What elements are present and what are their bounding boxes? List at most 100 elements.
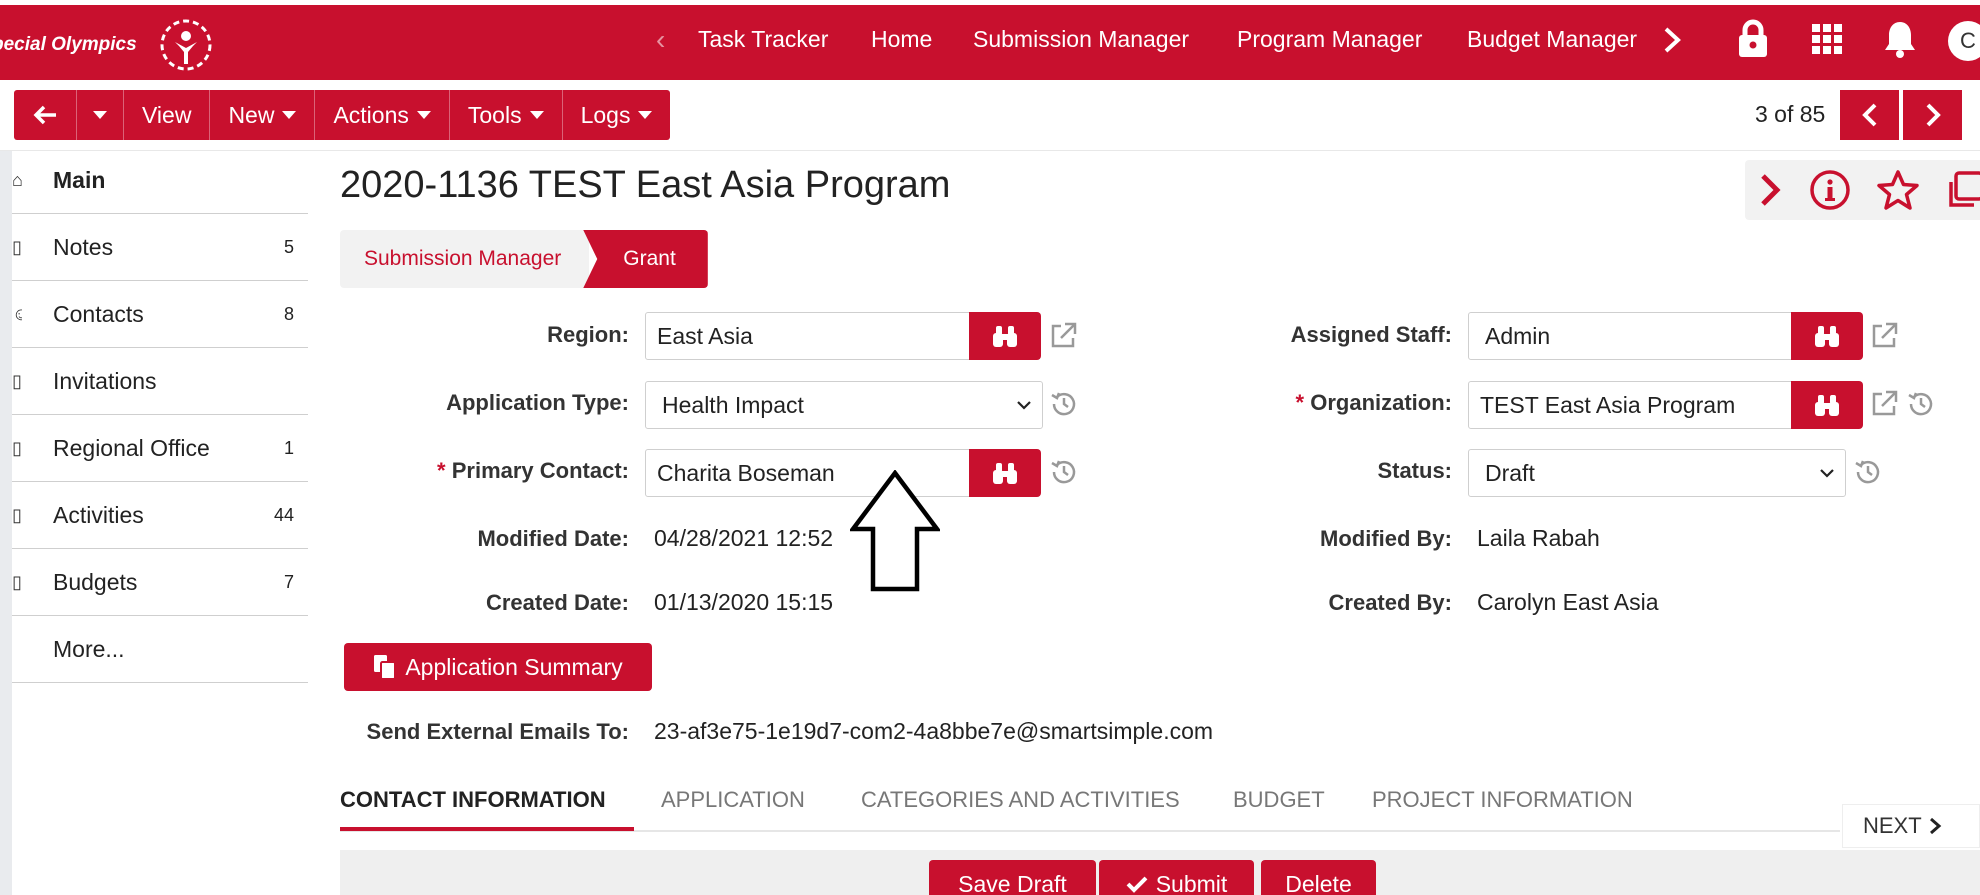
- sidebar-item-label: More...: [53, 636, 125, 662]
- delete-button[interactable]: Delete: [1261, 860, 1376, 895]
- info-icon[interactable]: [1808, 168, 1852, 212]
- application-summary-button[interactable]: Application Summary: [344, 643, 652, 691]
- left-edge-strip: [0, 151, 12, 895]
- region-field[interactable]: East Asia: [645, 312, 971, 360]
- star-favorite-icon[interactable]: [1876, 168, 1920, 212]
- required-marker: *: [1295, 390, 1305, 415]
- organization-field[interactable]: TEST East Asia Program: [1468, 381, 1793, 429]
- notes-icon: ▯: [12, 237, 22, 257]
- history-icon[interactable]: [1048, 388, 1080, 420]
- binoculars-icon: [1815, 395, 1839, 416]
- application-summary-label: Application Summary: [405, 653, 623, 680]
- save-draft-button[interactable]: Save Draft: [929, 860, 1096, 895]
- sidebar-item-activities[interactable]: ▯ Activities 44: [12, 483, 308, 549]
- region-label: Region:: [547, 322, 629, 347]
- logs-label: Logs: [580, 101, 631, 128]
- previous-record-button[interactable]: [1840, 90, 1899, 140]
- breadcrumb-grant[interactable]: Grant: [583, 230, 708, 288]
- tab-application[interactable]: APPLICATION: [661, 787, 805, 813]
- open-external-icon[interactable]: [1868, 320, 1900, 352]
- bell-icon[interactable]: [1878, 17, 1922, 61]
- active-tab-indicator: [340, 827, 634, 831]
- nav-program-manager[interactable]: Program Manager: [1237, 26, 1422, 53]
- chevron-right-icon: [1926, 103, 1941, 127]
- sidebar-item-more[interactable]: More...: [12, 617, 308, 683]
- nav-task-tracker[interactable]: Task Tracker: [698, 26, 828, 53]
- assigned-staff-lookup-button[interactable]: [1791, 312, 1863, 360]
- submit-label: Submit: [1155, 870, 1228, 895]
- required-marker: *: [437, 458, 446, 483]
- copy-icon[interactable]: [1942, 168, 1980, 212]
- application-type-value: Health Impact: [662, 391, 804, 418]
- sidebar-item-count: 8: [283, 304, 294, 324]
- back-button[interactable]: [14, 90, 77, 140]
- next-record-button[interactable]: [1903, 90, 1962, 140]
- sidebar-item-notes[interactable]: ▯ Notes 5: [12, 215, 308, 281]
- tab-categories-and-activities[interactable]: CATEGORIES AND ACTIVITIES: [861, 787, 1180, 813]
- nav-budget-manager[interactable]: Budget Manager: [1467, 26, 1637, 53]
- caret-down-icon: [416, 111, 431, 119]
- expand-panel-chevron-icon[interactable]: [1748, 168, 1792, 212]
- view-button[interactable]: View: [124, 90, 211, 140]
- history-icon[interactable]: [1048, 456, 1080, 488]
- status-label: Status:: [1377, 458, 1452, 483]
- top-navigation-bar: pecial Olympics ‹ Task Tracker Home Subm…: [0, 0, 1980, 80]
- nav-submission-manager[interactable]: Submission Manager: [973, 26, 1189, 53]
- modified-date-value: 04/28/2021 12:52: [654, 525, 834, 551]
- back-history-dropdown[interactable]: [77, 90, 124, 140]
- tab-budget[interactable]: BUDGET: [1233, 787, 1325, 813]
- status-select[interactable]: Draft: [1468, 449, 1846, 497]
- document-icon: ▯: [12, 438, 22, 458]
- caret-down-icon: [638, 111, 653, 119]
- arrow-left-icon: [33, 105, 56, 125]
- home-icon: ⌂: [12, 170, 22, 190]
- sidebar-item-count: 1: [283, 438, 294, 458]
- logo-text: pecial Olympics: [0, 34, 137, 55]
- nav-home[interactable]: Home: [871, 26, 932, 53]
- region-lookup-button[interactable]: [969, 312, 1041, 360]
- new-menu-button[interactable]: New: [210, 90, 316, 140]
- assigned-staff-field[interactable]: Admin: [1468, 312, 1793, 360]
- modified-date-label: Modified Date:: [477, 526, 629, 551]
- record-pager-count: 3 of 85: [1755, 101, 1826, 127]
- contacts-icon: ☺: [12, 304, 22, 324]
- history-icon[interactable]: [1905, 388, 1937, 420]
- open-external-icon[interactable]: [1868, 388, 1900, 420]
- next-tab-button[interactable]: NEXT: [1842, 804, 1980, 848]
- record-toolbar: View New Actions Tools Logs: [14, 90, 671, 140]
- apps-grid-icon[interactable]: [1805, 17, 1849, 61]
- created-by-value: Carolyn East Asia: [1477, 589, 1659, 615]
- binoculars-icon: [993, 463, 1017, 484]
- tab-contact-information[interactable]: CONTACT INFORMATION: [340, 787, 606, 813]
- nav-scroll-left-icon[interactable]: ‹: [656, 26, 665, 54]
- created-date-value: 01/13/2020 15:15: [654, 589, 834, 615]
- delete-label: Delete: [1285, 870, 1352, 895]
- sidebar-item-invitations[interactable]: ▯ Invitations: [12, 349, 308, 415]
- application-type-select[interactable]: Health Impact: [645, 381, 1043, 429]
- sidebar-item-main[interactable]: ⌂ Main: [12, 148, 308, 214]
- special-olympics-emblem-icon: [160, 19, 212, 71]
- tab-project-information[interactable]: PROJECT INFORMATION: [1372, 787, 1633, 813]
- created-by-label: Created By:: [1328, 590, 1452, 615]
- open-external-icon[interactable]: [1047, 320, 1079, 352]
- breadcrumb-submission-manager[interactable]: Submission Manager: [340, 230, 590, 288]
- created-date-label: Created Date:: [485, 590, 629, 615]
- sidebar-item-contacts[interactable]: ☺ Contacts 8: [12, 282, 308, 348]
- organization-lookup-button[interactable]: [1791, 381, 1863, 429]
- submit-button[interactable]: Submit: [1099, 860, 1254, 895]
- user-avatar[interactable]: C: [1948, 21, 1980, 61]
- sidebar-item-regional-office[interactable]: ▯ Regional Office 1: [12, 416, 308, 482]
- logs-menu-button[interactable]: Logs: [563, 90, 671, 140]
- nav-scroll-right-icon[interactable]: [1660, 24, 1684, 56]
- application-type-label: Application Type:: [446, 390, 629, 415]
- primary-contact-lookup-button[interactable]: [969, 449, 1041, 497]
- invitation-icon: ▯: [12, 371, 22, 391]
- actions-menu-button[interactable]: Actions: [315, 90, 450, 140]
- sidebar-item-budgets[interactable]: ▯ Budgets 7: [12, 550, 308, 616]
- tools-menu-button[interactable]: Tools: [450, 90, 563, 140]
- new-label: New: [228, 101, 275, 128]
- brand-logo[interactable]: pecial Olympics: [0, 15, 217, 75]
- history-icon[interactable]: [1852, 456, 1884, 488]
- save-draft-label: Save Draft: [958, 870, 1067, 895]
- lock-icon[interactable]: [1731, 17, 1775, 61]
